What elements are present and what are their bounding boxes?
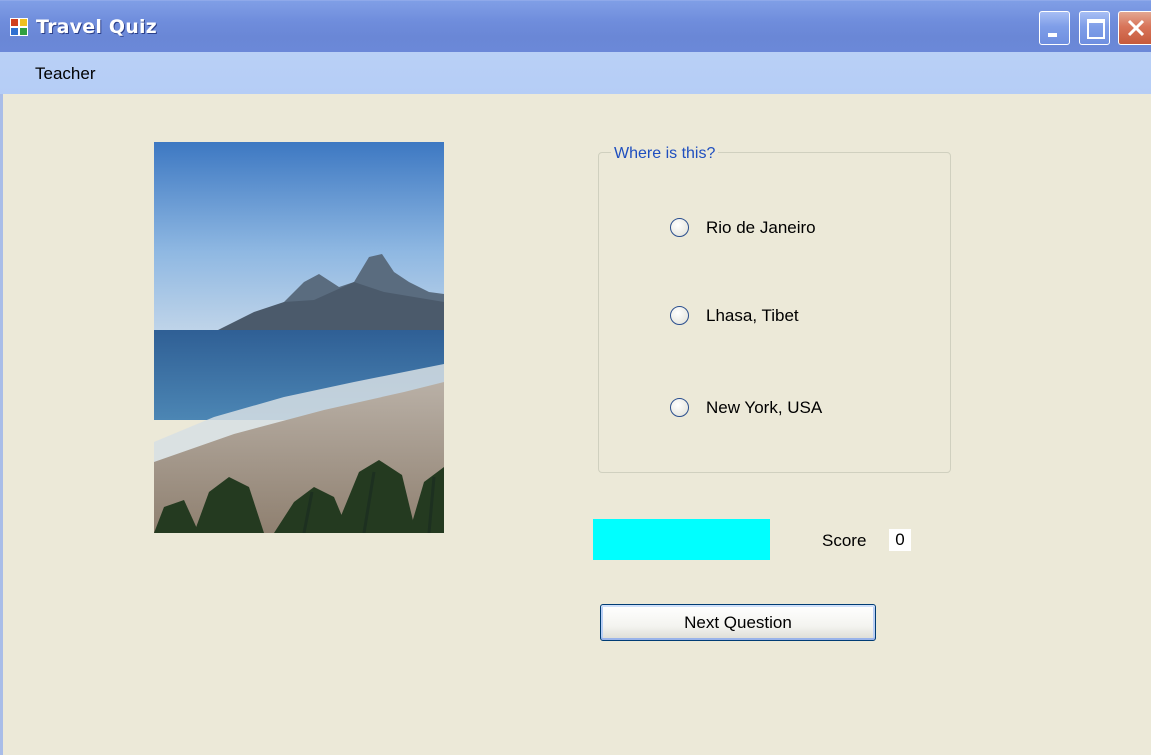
minimize-button[interactable] [1039, 11, 1070, 45]
radio-button[interactable] [670, 218, 689, 237]
question-prompt: Where is this? [611, 145, 719, 163]
close-button[interactable] [1118, 11, 1151, 45]
close-icon [1127, 19, 1145, 37]
window-title: Travel Quiz [36, 16, 157, 38]
menu-item-teacher[interactable]: Teacher [35, 64, 95, 84]
radio-button[interactable] [670, 306, 689, 325]
option-label[interactable]: Rio de Janeiro [706, 218, 816, 238]
feedback-panel [593, 519, 770, 560]
app-icon [10, 18, 28, 36]
window-left-border [0, 94, 3, 755]
option-label[interactable]: Lhasa, Tibet [706, 306, 799, 326]
radio-button[interactable] [670, 398, 689, 417]
option-label[interactable]: New York, USA [706, 398, 822, 418]
score-label: Score [822, 531, 867, 550]
next-question-button[interactable]: Next Question [600, 604, 876, 641]
maximize-button[interactable] [1079, 11, 1110, 45]
quiz-photo [154, 142, 444, 534]
score-value: 0 [889, 529, 911, 551]
menu-bar: Teacher [0, 52, 1151, 94]
title-bar[interactable]: Travel Quiz [0, 0, 1151, 52]
